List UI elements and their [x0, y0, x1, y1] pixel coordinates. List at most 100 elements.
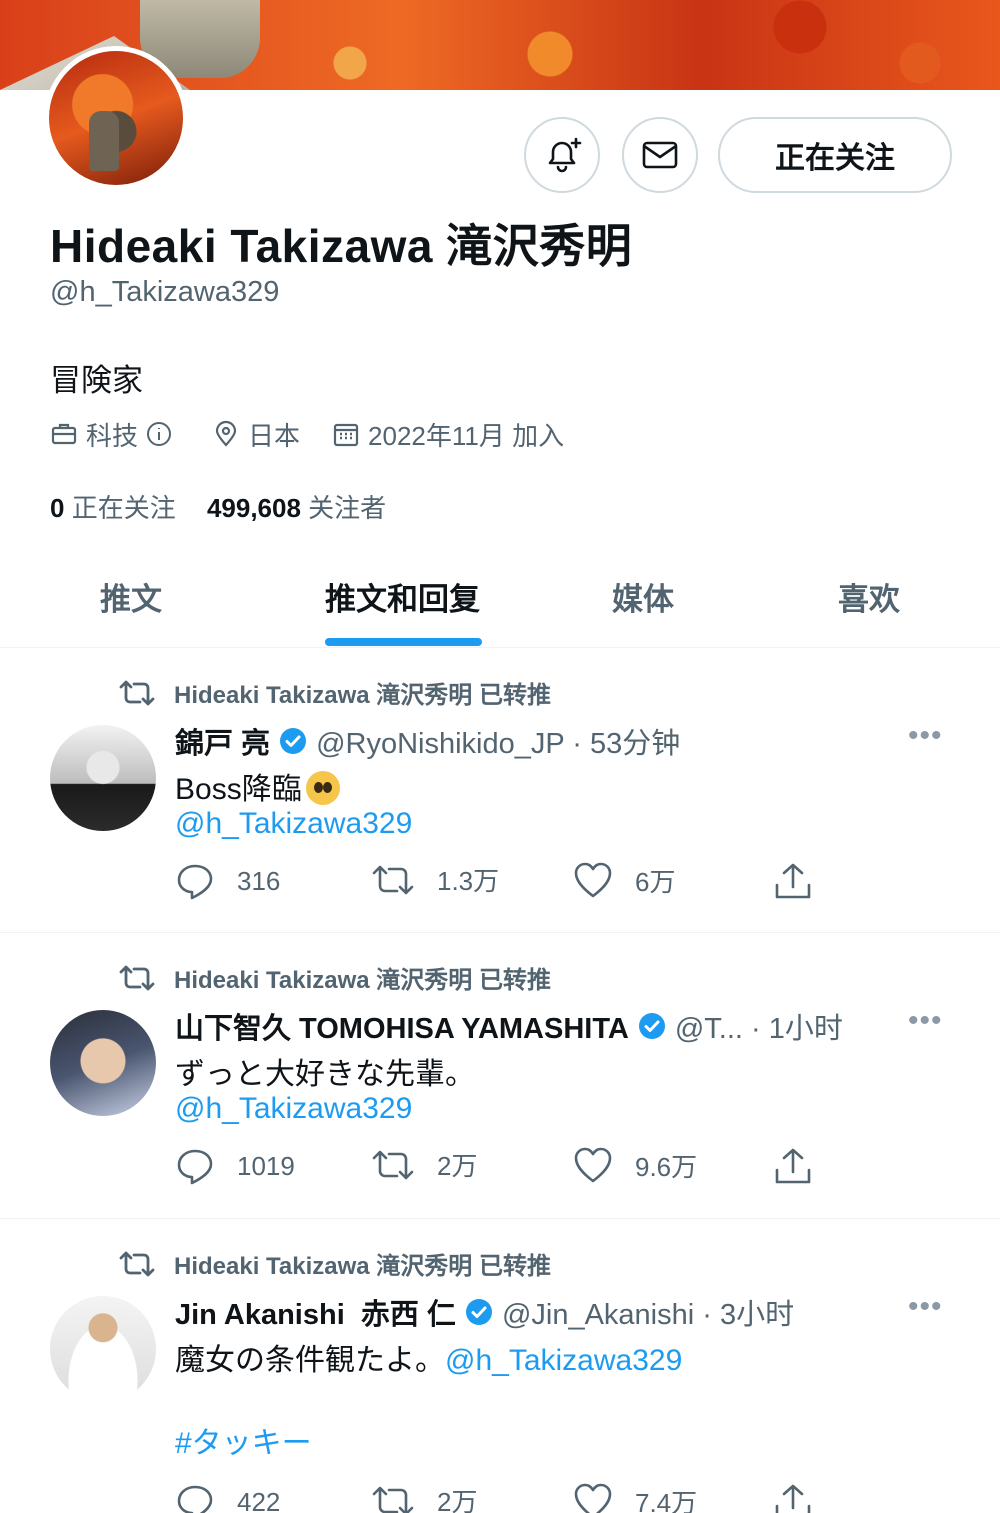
briefcase-icon [51, 423, 77, 445]
tweet[interactable]: Hideaki Takizawa 滝沢秀明 已转推 Jin Akanishi 赤… [0, 1220, 1000, 1513]
reply-button[interactable]: 316 [175, 861, 280, 901]
tweet-header: 錦戸 亮 @RyoNishikido_JP · 53分钟 [175, 720, 680, 762]
tweet-mention[interactable]: @h_Takizawa329 [445, 1344, 682, 1377]
retweet-button[interactable]: 1.3万 [371, 861, 499, 898]
profile-meta: 科技 日本 2022年11月 加入 [50, 416, 596, 452]
more-icon[interactable]: ••• [908, 719, 943, 753]
tweet-actions: 1019 2万 9.6万 [175, 1146, 835, 1190]
tweet-text: ずっと大好きな先輩。 [175, 1058, 475, 1091]
joined-label: 2022年11月 加入 [368, 420, 565, 451]
retweet-button[interactable]: 2万 [371, 1146, 477, 1183]
retweet-button[interactable]: 2万 [371, 1482, 477, 1513]
tweet-display-name[interactable]: Jin Akanishi 赤西 仁 [175, 1291, 456, 1333]
calendar-icon [333, 423, 359, 447]
share-button[interactable] [773, 1482, 835, 1513]
following-button[interactable]: 正在关注 [718, 117, 952, 193]
more-icon[interactable]: ••• [908, 1290, 943, 1324]
following-stat[interactable]: 0 正在关注 [50, 493, 176, 523]
like-button[interactable]: 6万 [573, 861, 675, 899]
tweet[interactable]: Hideaki Takizawa 滝沢秀明 已转推 山下智久 TOMOHISA … [0, 934, 1000, 1219]
retweet-context: Hideaki Takizawa 滝沢秀明 已转推 [118, 960, 551, 995]
following-count: 0 [50, 493, 65, 523]
tweet-avatar[interactable] [50, 725, 156, 831]
tweet-header: Jin Akanishi 赤西 仁 @Jin_Akanishi · 3小时 [175, 1291, 794, 1333]
tweet-header: 山下智久 TOMOHISA YAMASHITA @T... · 1小时 [175, 1005, 843, 1047]
tweet-display-name[interactable]: 錦戸 亮 [175, 720, 270, 762]
reply-icon [177, 1485, 213, 1513]
tweet-text-body: 魔女の条件観たよ。 [175, 1344, 445, 1377]
avatar-figure-shape [89, 111, 119, 171]
profile-joined: 2022年11月 加入 [332, 416, 564, 453]
profile-display-name: Hideaki Takizawa 滝沢秀明 [50, 220, 633, 272]
profile-tabs: 推文 推文和回复 媒体 喜欢 [0, 560, 1000, 648]
verified-badge-icon [278, 726, 308, 756]
tweet-handle-time[interactable]: @Jin_Akanishi · 3小时 [502, 1291, 794, 1333]
reply-count: 1019 [237, 1150, 295, 1181]
tweet[interactable]: Hideaki Takizawa 滝沢秀明 已转推 錦戸 亮 @RyoNishi… [0, 649, 1000, 933]
share-icon [775, 1148, 811, 1184]
like-icon [574, 1483, 612, 1513]
info-icon[interactable] [146, 421, 172, 447]
retweet-icon [119, 680, 155, 705]
profile-location: 日本 [212, 416, 300, 453]
profile-bio: 冒険家 [50, 363, 143, 398]
retweet-context: Hideaki Takizawa 滝沢秀明 已转推 [118, 675, 551, 710]
profile-handle: @h_Takizawa329 [50, 276, 280, 308]
retweet-label: Hideaki Takizawa 滝沢秀明 已转推 [174, 967, 551, 994]
like-count: 7.4万 [635, 1487, 698, 1513]
tweet-text: Boss降臨 [175, 764, 340, 808]
tweet-avatar[interactable] [50, 1010, 156, 1116]
like-count: 6万 [635, 866, 676, 897]
retweet-count: 2万 [437, 1487, 478, 1513]
retweet-label: Hideaki Takizawa 滝沢秀明 已转推 [174, 1253, 551, 1280]
share-button[interactable] [773, 1146, 835, 1186]
followers-stat[interactable]: 499,608 关注者 [207, 493, 386, 523]
reply-icon [177, 864, 213, 900]
reply-icon [177, 1149, 213, 1185]
tab-tweets-and-replies[interactable]: 推文和回复 [325, 574, 480, 619]
like-button[interactable]: 7.4万 [573, 1482, 697, 1513]
profile-category[interactable]: 科技 [50, 416, 180, 453]
tweet-handle-time[interactable]: @T... · 1小时 [675, 1005, 843, 1047]
share-button[interactable] [773, 861, 835, 901]
tab-media[interactable]: 媒体 [612, 574, 674, 619]
pleading-face-emoji-icon [305, 771, 340, 805]
location-label: 日本 [248, 420, 301, 451]
verified-badge-icon [637, 1011, 667, 1041]
tab-likes[interactable]: 喜欢 [838, 574, 900, 619]
more-icon[interactable]: ••• [908, 1004, 943, 1038]
retweet-icon [372, 865, 414, 894]
mail-icon [642, 141, 678, 169]
tweet-hashtag[interactable]: #タッキー [175, 1418, 312, 1462]
retweet-count: 2万 [437, 1151, 478, 1181]
tweet-mention[interactable]: @h_Takizawa329 [175, 807, 412, 841]
following-label: 正在关注 [71, 493, 176, 523]
followers-count: 499,608 [206, 493, 301, 523]
tweet-display-name[interactable]: 山下智久 TOMOHISA YAMASHITA [175, 1005, 629, 1047]
retweet-label: Hideaki Takizawa 滝沢秀明 已转推 [174, 682, 551, 709]
location-pin-icon [215, 420, 237, 447]
retweet-icon [119, 965, 155, 990]
bell-plus-icon [548, 137, 582, 173]
tab-tweets[interactable]: 推文 [100, 574, 162, 619]
tweet-text: 魔女の条件観たよ。@h_Takizawa329 [175, 1335, 682, 1379]
reply-button[interactable]: 422 [175, 1482, 280, 1513]
profile-avatar[interactable] [44, 46, 188, 190]
retweet-icon [372, 1150, 414, 1179]
reply-button[interactable]: 1019 [175, 1146, 295, 1186]
tweet-handle-time[interactable]: @RyoNishikido_JP · 53分钟 [316, 720, 680, 762]
retweet-context: Hideaki Takizawa 滝沢秀明 已转推 [118, 1246, 551, 1281]
tweet-avatar[interactable] [50, 1296, 156, 1402]
like-icon [574, 862, 612, 898]
message-button[interactable] [622, 117, 698, 193]
category-label: 科技 [86, 420, 139, 451]
like-icon [574, 1147, 612, 1183]
share-icon [775, 1484, 811, 1513]
like-button[interactable]: 9.6万 [573, 1146, 697, 1184]
tweet-actions: 316 1.3万 6万 [175, 861, 835, 905]
retweet-icon [372, 1486, 414, 1513]
notifications-button[interactable] [524, 117, 600, 193]
tweet-mention[interactable]: @h_Takizawa329 [175, 1092, 412, 1126]
verified-badge-icon [464, 1297, 494, 1327]
followers-label: 关注者 [308, 493, 387, 523]
